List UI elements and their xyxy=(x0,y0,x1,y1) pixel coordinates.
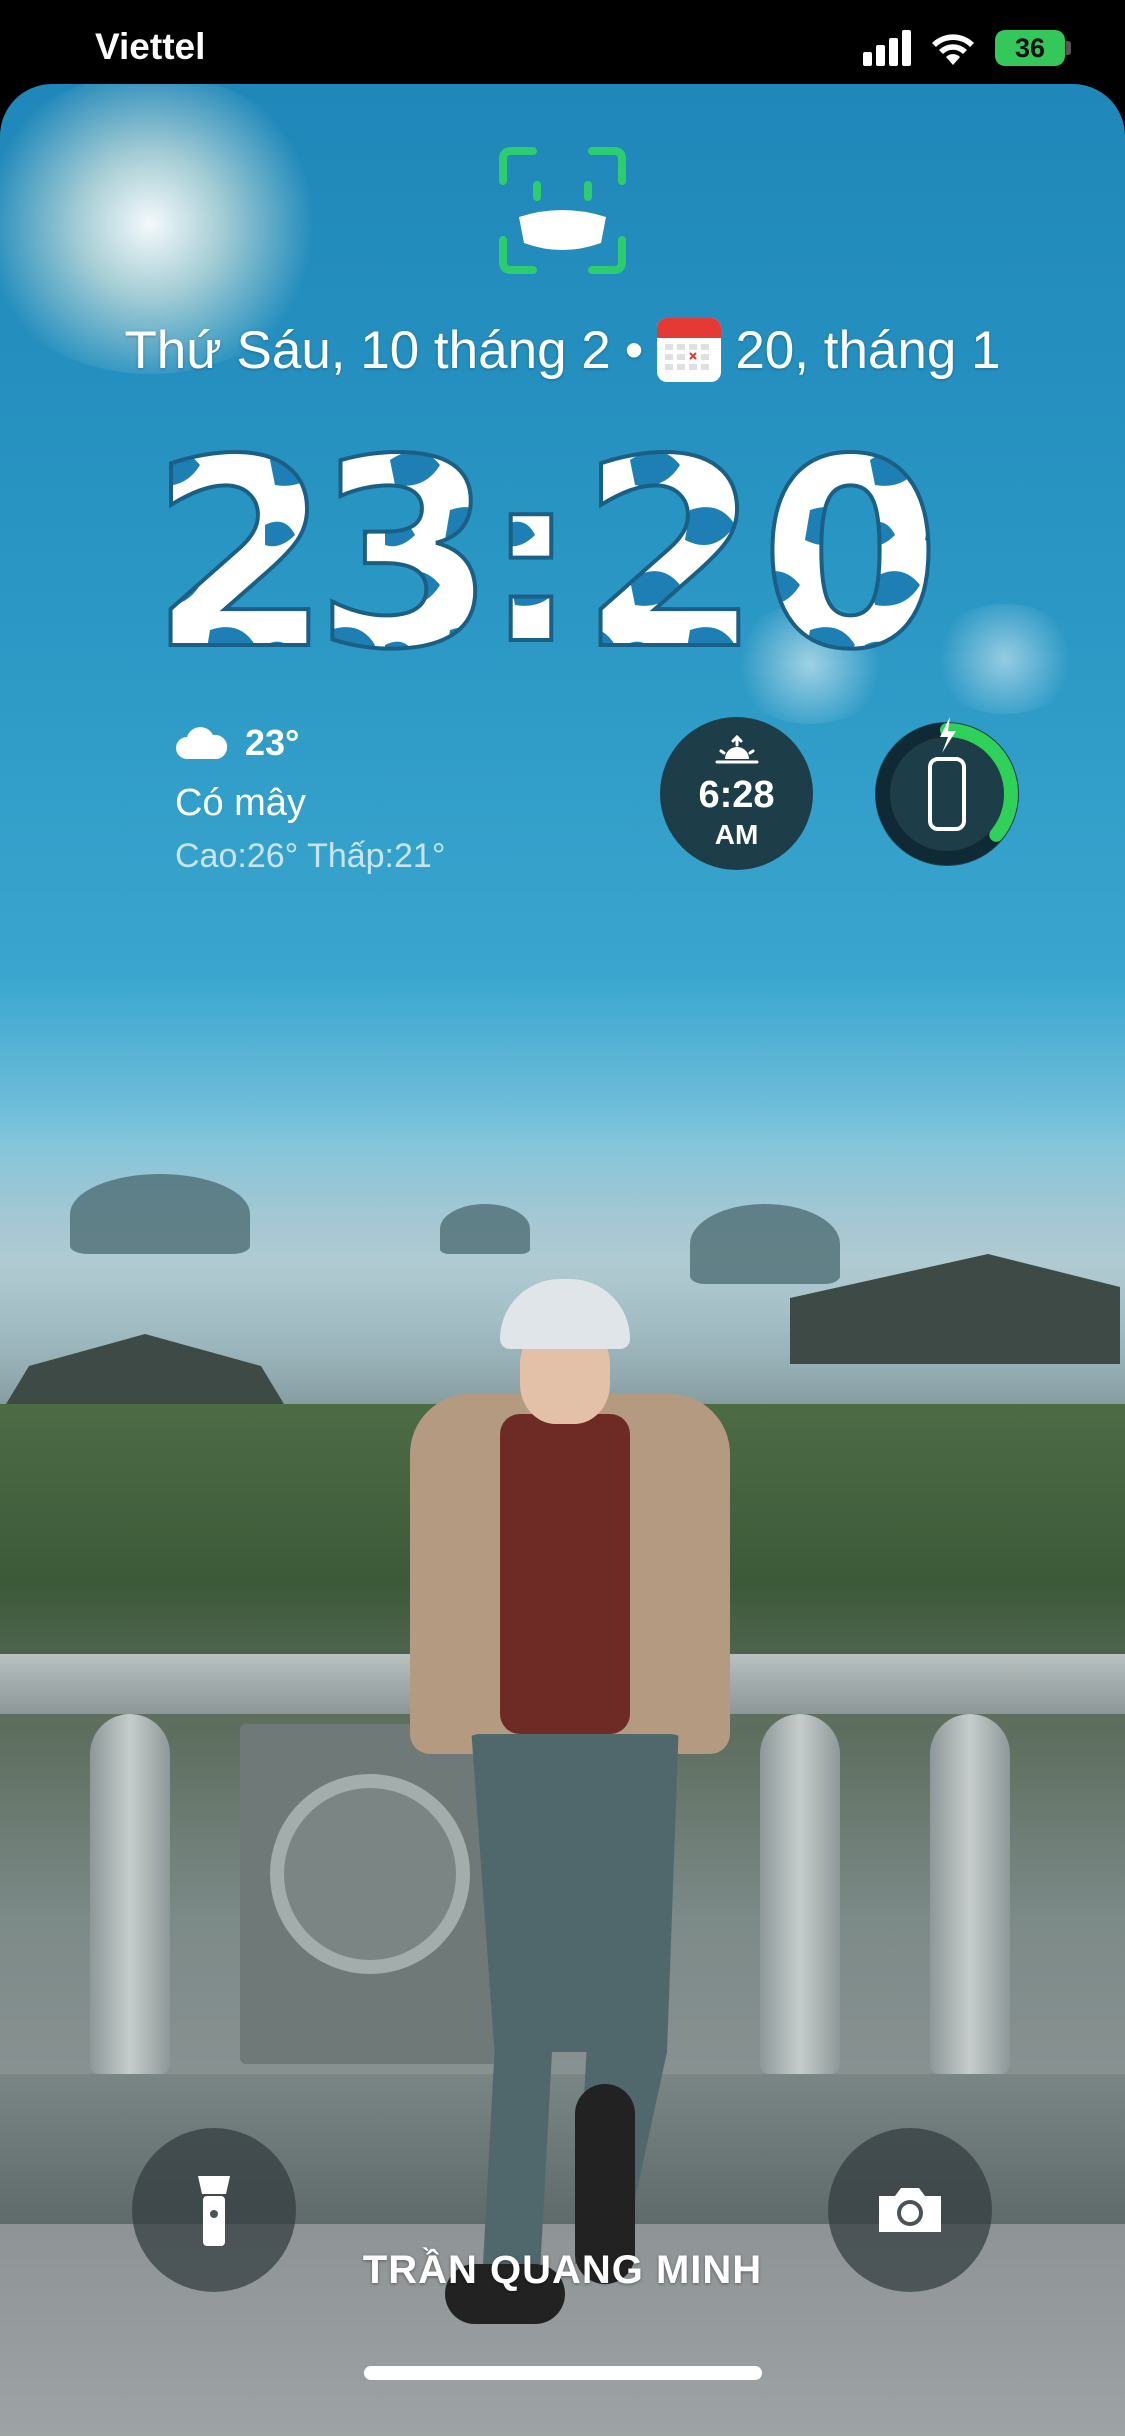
battery-level: 36 xyxy=(1014,33,1046,63)
clock: 2 3 : 2 0 xyxy=(148,440,943,670)
lotus-carving xyxy=(270,1774,470,1974)
weather-high-low: Cao:26° Thấp:21° xyxy=(175,837,446,875)
sunrise-ampm: AM xyxy=(714,819,759,850)
baluster xyxy=(930,1714,1010,2074)
karst-island xyxy=(440,1204,530,1254)
baluster xyxy=(90,1714,170,2074)
status-bar: Viettel 36 xyxy=(0,0,1125,88)
person-shirt xyxy=(500,1414,630,1734)
wallpaper xyxy=(0,84,1125,2436)
date-separator: • xyxy=(624,320,644,380)
faceid-with-mask-icon xyxy=(499,147,626,274)
clock-hour-tens: 2 xyxy=(150,440,331,670)
weather-temperature: 23° xyxy=(245,722,300,763)
karst-island xyxy=(70,1174,250,1254)
battery-charging-icon: 36 xyxy=(995,30,1065,66)
lunar-date: 20, tháng 1 xyxy=(735,320,1001,380)
sunrise-widget[interactable]: 6:28 AM xyxy=(660,717,813,870)
flashlight-icon xyxy=(198,2176,230,2246)
sunrise-time: 6:28 xyxy=(698,774,775,816)
battery-tip xyxy=(1066,41,1071,55)
karst-island xyxy=(690,1204,840,1284)
clock-minute-tens: 2 xyxy=(580,440,761,670)
cloud-icon xyxy=(176,727,228,759)
clock-minute-ones: 0 xyxy=(760,440,941,670)
wifi-icon xyxy=(932,34,974,65)
clock-hour-ones: 3 xyxy=(315,440,496,670)
baluster xyxy=(760,1714,840,2074)
weather-condition: Có mây xyxy=(175,782,306,824)
sunrise-icon xyxy=(715,734,758,764)
camera-icon xyxy=(879,2188,941,2232)
date-text: Thứ Sáu, 10 tháng 2 xyxy=(124,320,611,380)
clock-colon: : xyxy=(485,440,577,670)
carrier-name: Viettel xyxy=(95,26,206,67)
battery-widget[interactable] xyxy=(868,715,1026,873)
date-line: Thứ Sáu, 10 tháng 2 • 20, tháng 1 xyxy=(0,318,1125,382)
calendar-icon xyxy=(657,318,722,382)
owner-name: TRẦN QUANG MINH xyxy=(362,2248,763,2292)
status-icons xyxy=(863,28,975,68)
cellular-signal-icon xyxy=(863,30,911,66)
weather-widget[interactable]: 23° Có mây Cao:26° Thấp:21° xyxy=(175,718,575,876)
home-indicator[interactable] xyxy=(364,2366,762,2380)
